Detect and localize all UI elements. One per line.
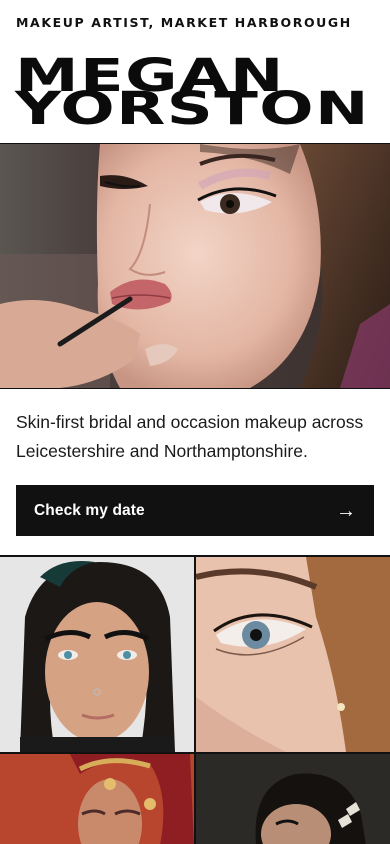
gallery-item[interactable] bbox=[196, 557, 390, 752]
gallery-photo-editorial-look bbox=[196, 754, 390, 844]
artist-name-heading: MEGAN YORSTON bbox=[15, 53, 370, 135]
gallery-photo-bridal-look bbox=[0, 754, 194, 844]
hero-photo bbox=[0, 144, 390, 388]
artist-last-name: YORSTON bbox=[15, 82, 370, 135]
gallery-photo-freckled-look bbox=[0, 557, 194, 752]
gallery-photo-blue-eye-glam bbox=[196, 557, 390, 752]
arrow-right-icon: → bbox=[336, 499, 356, 522]
check-my-date-button[interactable]: Check my date → bbox=[16, 485, 374, 536]
gallery-item[interactable] bbox=[0, 557, 194, 752]
intro-text: Skin-first bridal and occasion makeup ac… bbox=[16, 412, 364, 461]
gallery-item[interactable] bbox=[0, 754, 194, 844]
portfolio-gallery bbox=[0, 555, 390, 844]
gallery-item[interactable] bbox=[196, 754, 390, 844]
check-my-date-label: Check my date bbox=[34, 501, 145, 519]
hero-image bbox=[0, 143, 390, 389]
location-eyebrow: MAKEUP ARTIST, MARKET HARBOROUGH bbox=[16, 15, 352, 30]
